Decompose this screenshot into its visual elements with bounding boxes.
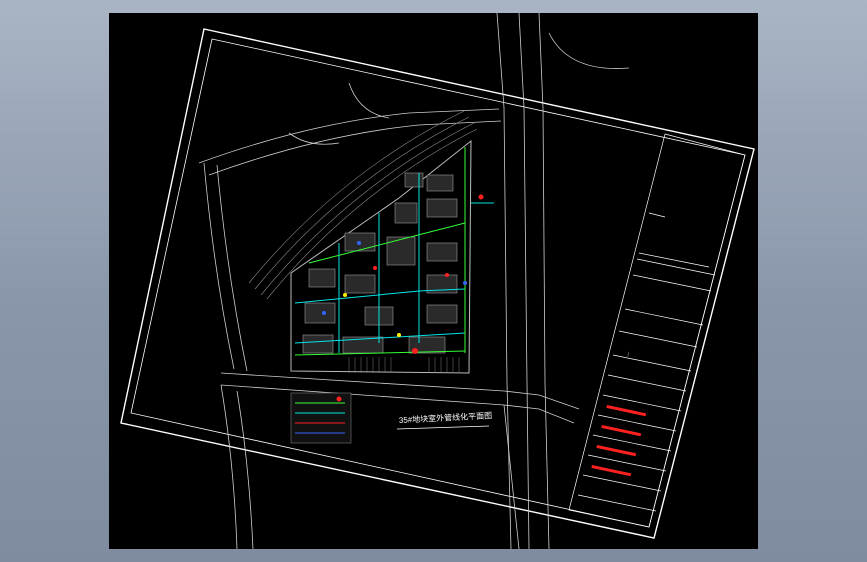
building-blocks — [302, 172, 458, 354]
svg-text:—: — — [625, 351, 632, 357]
cad-drawing[interactable]: — 35#地块室外管线化平面图 — [109, 13, 758, 549]
drawing-title: 35#地块室外管线化平面图 — [399, 410, 493, 425]
parking-strip — [348, 357, 460, 373]
drawing-title-group: 35#地块室外管线化平面图 — [396, 410, 493, 430]
road-network — [198, 13, 630, 549]
cad-viewport[interactable]: — 35#地块室外管线化平面图 — [109, 13, 758, 549]
legend-block — [290, 392, 352, 444]
